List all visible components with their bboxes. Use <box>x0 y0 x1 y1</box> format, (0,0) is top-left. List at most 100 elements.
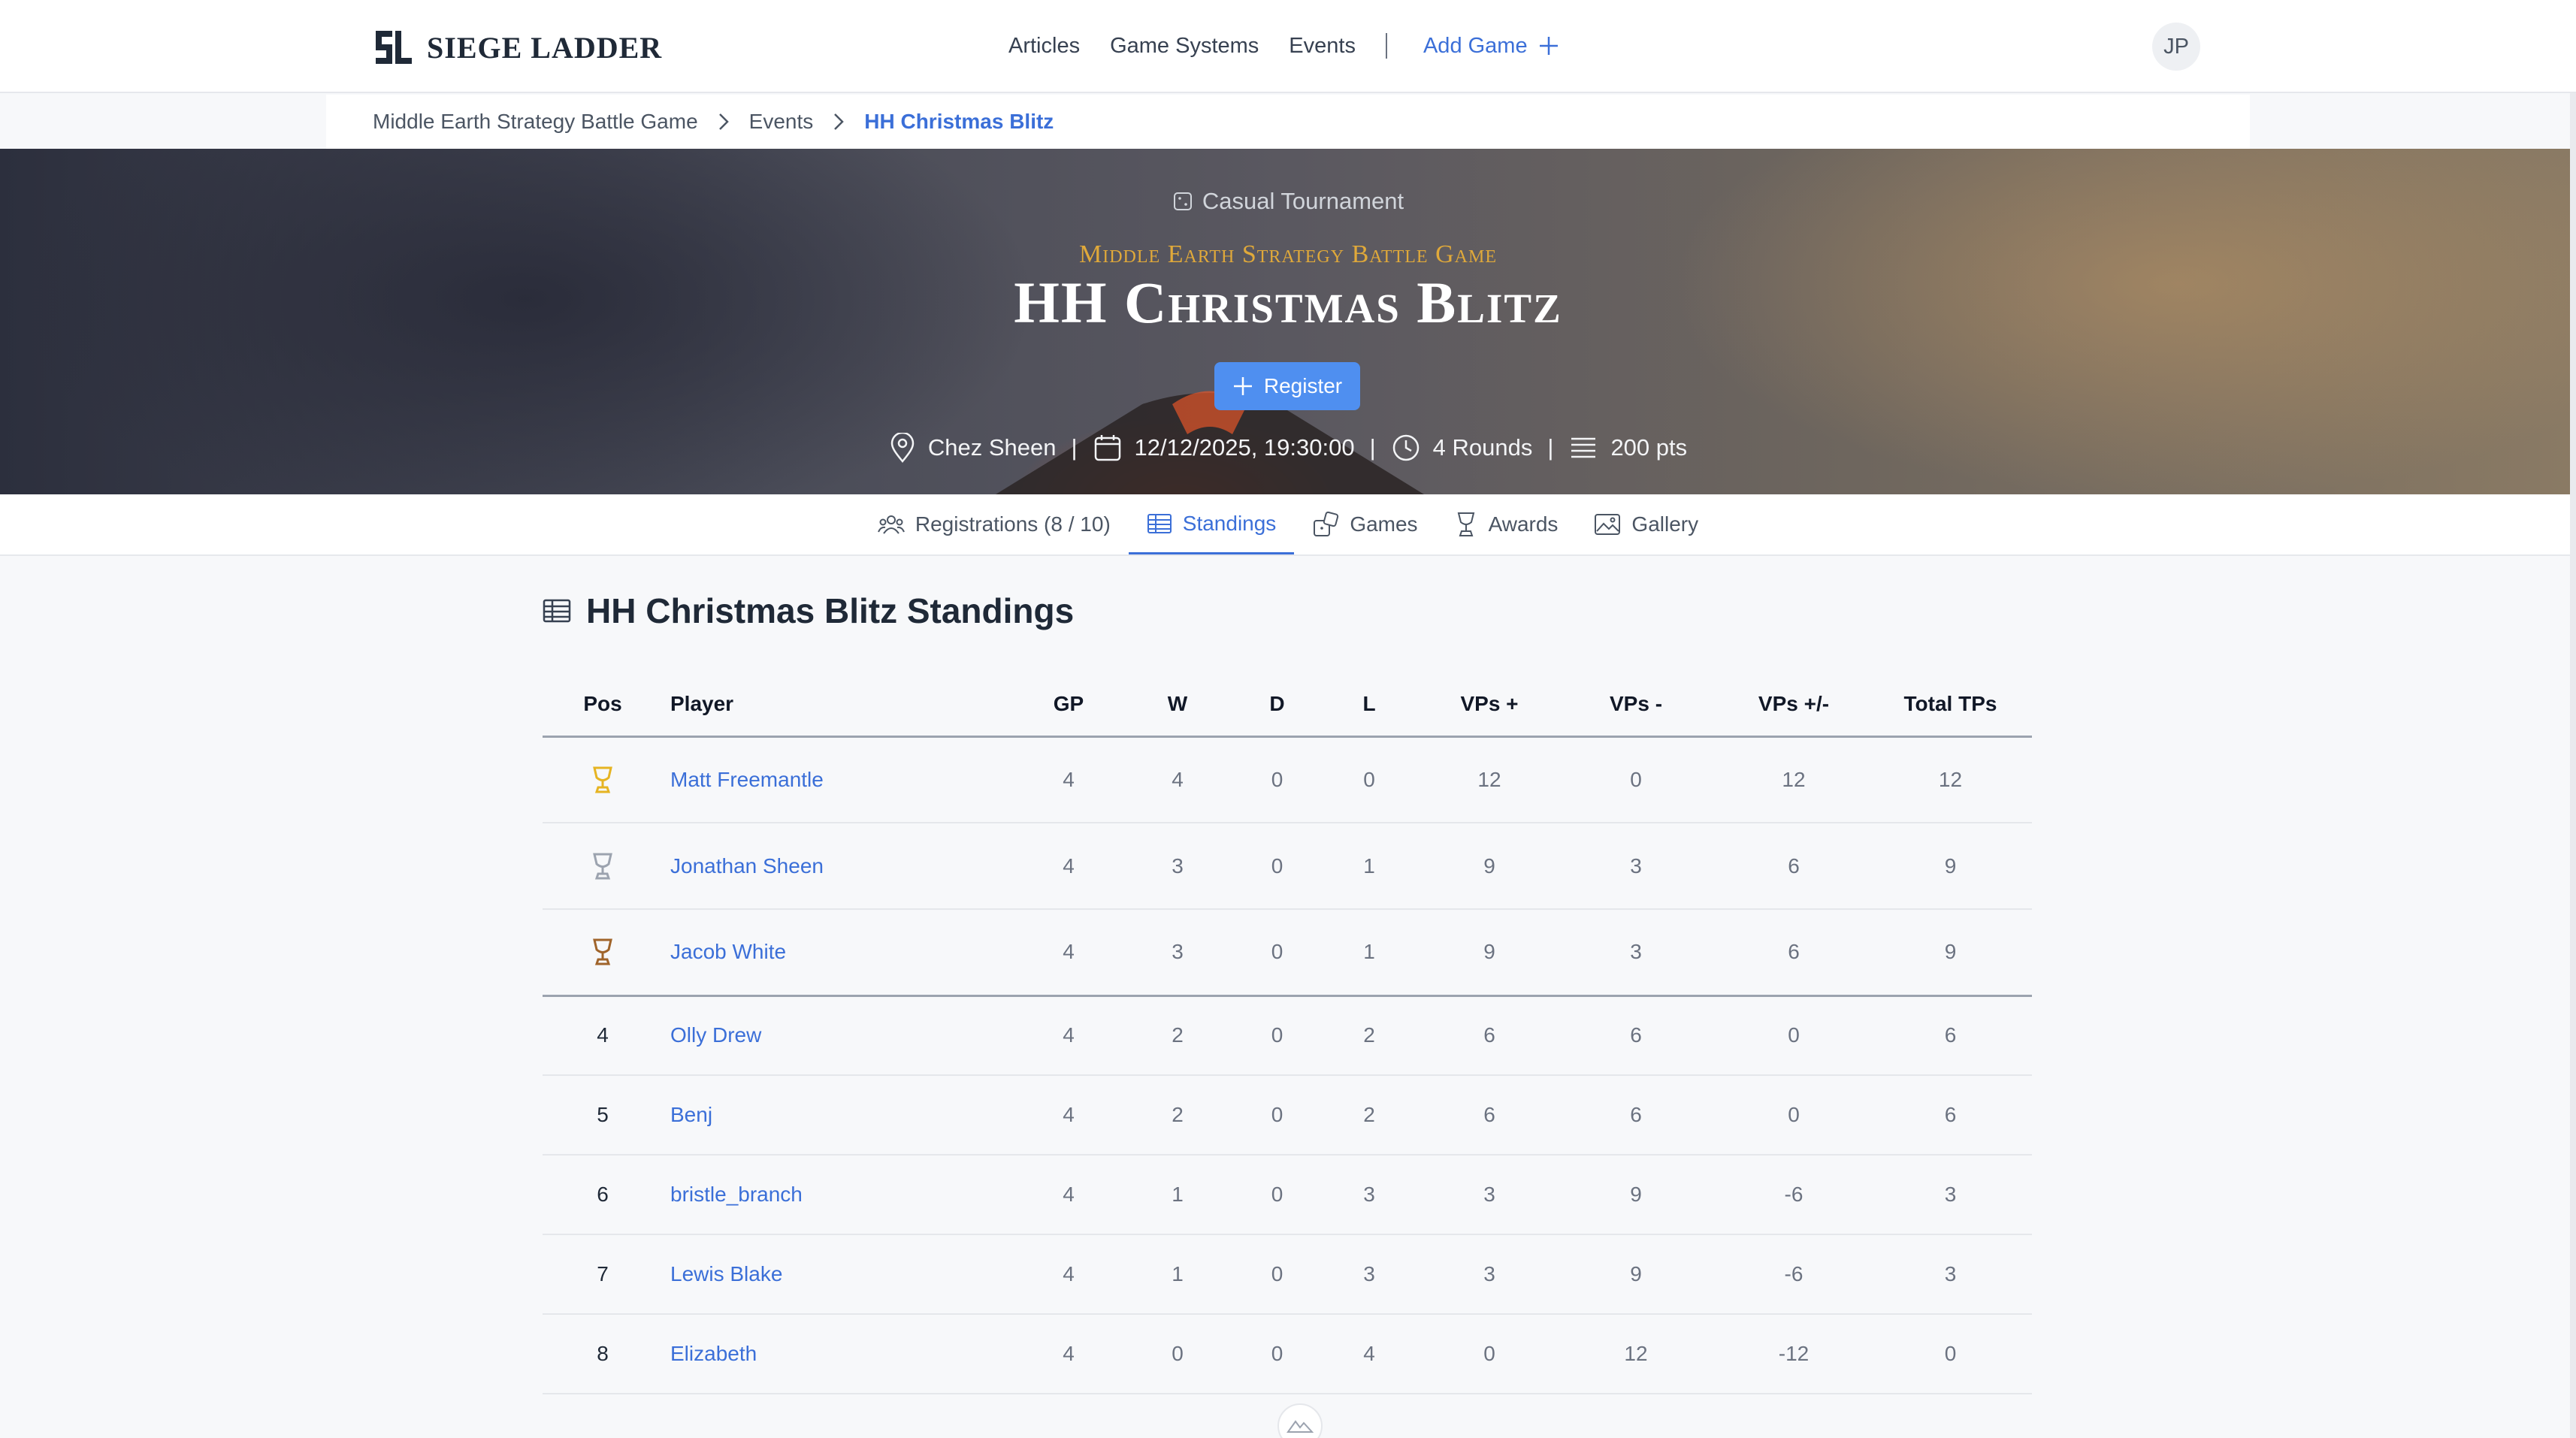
player-link[interactable]: Benj <box>663 1075 1023 1156</box>
tab-registrations[interactable]: Registrations (8 / 10) <box>860 494 1129 554</box>
tab-games[interactable]: Games <box>1294 494 1435 554</box>
tab-gallery[interactable]: Gallery <box>1576 494 1716 554</box>
player-link[interactable]: Olly Drew <box>663 995 1023 1076</box>
d-cell: 0 <box>1241 736 1313 823</box>
breadcrumb-current: HH Christmas Blitz <box>864 110 1054 133</box>
breadcrumb-item-game[interactable]: Middle Earth Strategy Battle Game <box>373 110 698 134</box>
l-cell: 2 <box>1313 1075 1426 1156</box>
add-game-link[interactable]: Add Game <box>1423 34 1559 59</box>
chevron-right-icon <box>834 113 845 130</box>
gp-cell: 4 <box>1023 909 1114 997</box>
l-cell: 4 <box>1313 1314 1426 1394</box>
tab-awards-label: Awards <box>1488 512 1559 536</box>
player-link[interactable]: Elizabeth <box>663 1314 1023 1394</box>
chevron-right-icon <box>718 113 729 130</box>
event-title: HH Christmas Blitz <box>1014 270 1562 335</box>
users-icon <box>877 515 905 534</box>
total-tps-cell: 12 <box>1869 736 2032 823</box>
event-type-label: Casual Tournament <box>1202 188 1404 214</box>
table-row: Jacob White 4 3 0 1 9 3 6 9 <box>543 909 2032 997</box>
w-cell: 3 <box>1114 909 1241 997</box>
nav-events[interactable]: Events <box>1289 34 1356 59</box>
player-link[interactable]: Jonathan Sheen <box>663 823 1023 910</box>
d-cell: 0 <box>1241 909 1313 997</box>
column-header-player[interactable]: Player <box>663 673 1023 738</box>
plus-icon <box>1233 377 1252 395</box>
column-header-gp[interactable]: GP <box>1023 673 1114 738</box>
tab-awards[interactable]: Awards <box>1436 494 1577 554</box>
column-header-pos[interactable]: Pos <box>543 673 663 738</box>
column-header-vps-plus[interactable]: VPs + <box>1426 673 1553 738</box>
d-cell: 0 <box>1241 823 1313 910</box>
add-game-label: Add Game <box>1423 33 1528 58</box>
standings-table: Pos Player GP W D L VPs + VPs - VPs +/- … <box>543 673 2032 1394</box>
vps-diff-cell: -6 <box>1719 1234 1869 1315</box>
column-header-total-tps[interactable]: Total TPs <box>1869 673 2032 738</box>
player-link[interactable]: Jacob White <box>663 909 1023 997</box>
l-cell: 0 <box>1313 736 1426 823</box>
table-row: Jonathan Sheen 4 3 0 1 9 3 6 9 <box>543 823 2032 910</box>
nav-game-systems[interactable]: Game Systems <box>1110 34 1259 59</box>
event-tabs: Registrations (8 / 10) Standings Games A… <box>0 494 2576 556</box>
vps-diff-cell: 6 <box>1719 823 1869 910</box>
table-row: Matt Freemantle 4 4 0 0 12 0 12 12 <box>543 736 2032 823</box>
gp-cell: 4 <box>1023 995 1114 1076</box>
event-game-system: Middle Earth Strategy Battle Game <box>1079 240 1497 268</box>
column-header-d[interactable]: D <box>1241 673 1313 738</box>
vps-minus-cell: 6 <box>1553 995 1719 1076</box>
position-cell <box>543 823 663 910</box>
devtools-toggle-button[interactable] <box>1277 1403 1323 1438</box>
gp-cell: 4 <box>1023 1314 1114 1394</box>
register-label: Register <box>1263 374 1343 397</box>
bronze-trophy-icon <box>593 938 612 965</box>
w-cell: 2 <box>1114 1075 1241 1156</box>
page-scrollbar[interactable] <box>2570 93 2576 1438</box>
column-header-vps-minus[interactable]: VPs - <box>1553 673 1719 738</box>
tab-standings[interactable]: Standings <box>1128 494 1295 554</box>
clock-icon <box>1392 434 1419 461</box>
position-cell <box>543 736 663 823</box>
register-button[interactable]: Register <box>1214 362 1360 410</box>
gp-cell: 4 <box>1023 823 1114 910</box>
total-tps-cell: 6 <box>1869 1075 2032 1156</box>
table-icon <box>543 599 571 623</box>
user-avatar[interactable]: JP <box>2152 23 2200 71</box>
vps-plus-cell: 9 <box>1426 909 1553 997</box>
l-cell: 3 <box>1313 1155 1426 1235</box>
l-cell: 1 <box>1313 823 1426 910</box>
vps-plus-cell: 9 <box>1426 823 1553 910</box>
l-cell: 1 <box>1313 909 1426 997</box>
meta-separator: | <box>1369 434 1376 461</box>
column-header-w[interactable]: W <box>1114 673 1241 738</box>
nav-separator <box>1385 33 1387 59</box>
player-link[interactable]: Matt Freemantle <box>663 736 1023 823</box>
total-tps-cell: 3 <box>1869 1234 2032 1315</box>
standings-title: HH Christmas Blitz Standings <box>586 591 1075 630</box>
vps-diff-cell: 12 <box>1719 736 1869 823</box>
tab-registrations-label: Registrations (8 / 10) <box>915 512 1111 536</box>
total-tps-cell: 9 <box>1869 909 2032 997</box>
gold-trophy-icon <box>593 766 612 793</box>
player-link[interactable]: bristle_branch <box>663 1155 1023 1235</box>
gp-cell: 4 <box>1023 1075 1114 1156</box>
brand-logo[interactable]: SIEGE LADDER <box>373 27 662 68</box>
position-cell: 5 <box>543 1075 663 1156</box>
event-datetime: 12/12/2025, 19:30:00 <box>1093 433 1355 463</box>
nav-articles[interactable]: Articles <box>1008 34 1080 59</box>
player-link[interactable]: Lewis Blake <box>663 1234 1023 1315</box>
standings-heading: HH Christmas Blitz Standings <box>543 591 1074 631</box>
position-cell <box>543 909 663 997</box>
column-header-l[interactable]: L <box>1313 673 1426 738</box>
w-cell: 4 <box>1114 736 1241 823</box>
vps-plus-cell: 12 <box>1426 736 1553 823</box>
calendar-icon <box>1094 435 1120 461</box>
tab-standings-label: Standings <box>1182 511 1277 535</box>
breadcrumb-item-events[interactable]: Events <box>749 110 814 134</box>
vps-plus-cell: 0 <box>1426 1314 1553 1394</box>
gp-cell: 4 <box>1023 1234 1114 1315</box>
vps-plus-cell: 6 <box>1426 1075 1553 1156</box>
w-cell: 3 <box>1114 823 1241 910</box>
column-header-vps-diff[interactable]: VPs +/- <box>1719 673 1869 738</box>
event-rounds-text: 4 Rounds <box>1432 434 1533 461</box>
tab-gallery-label: Gallery <box>1631 512 1699 536</box>
